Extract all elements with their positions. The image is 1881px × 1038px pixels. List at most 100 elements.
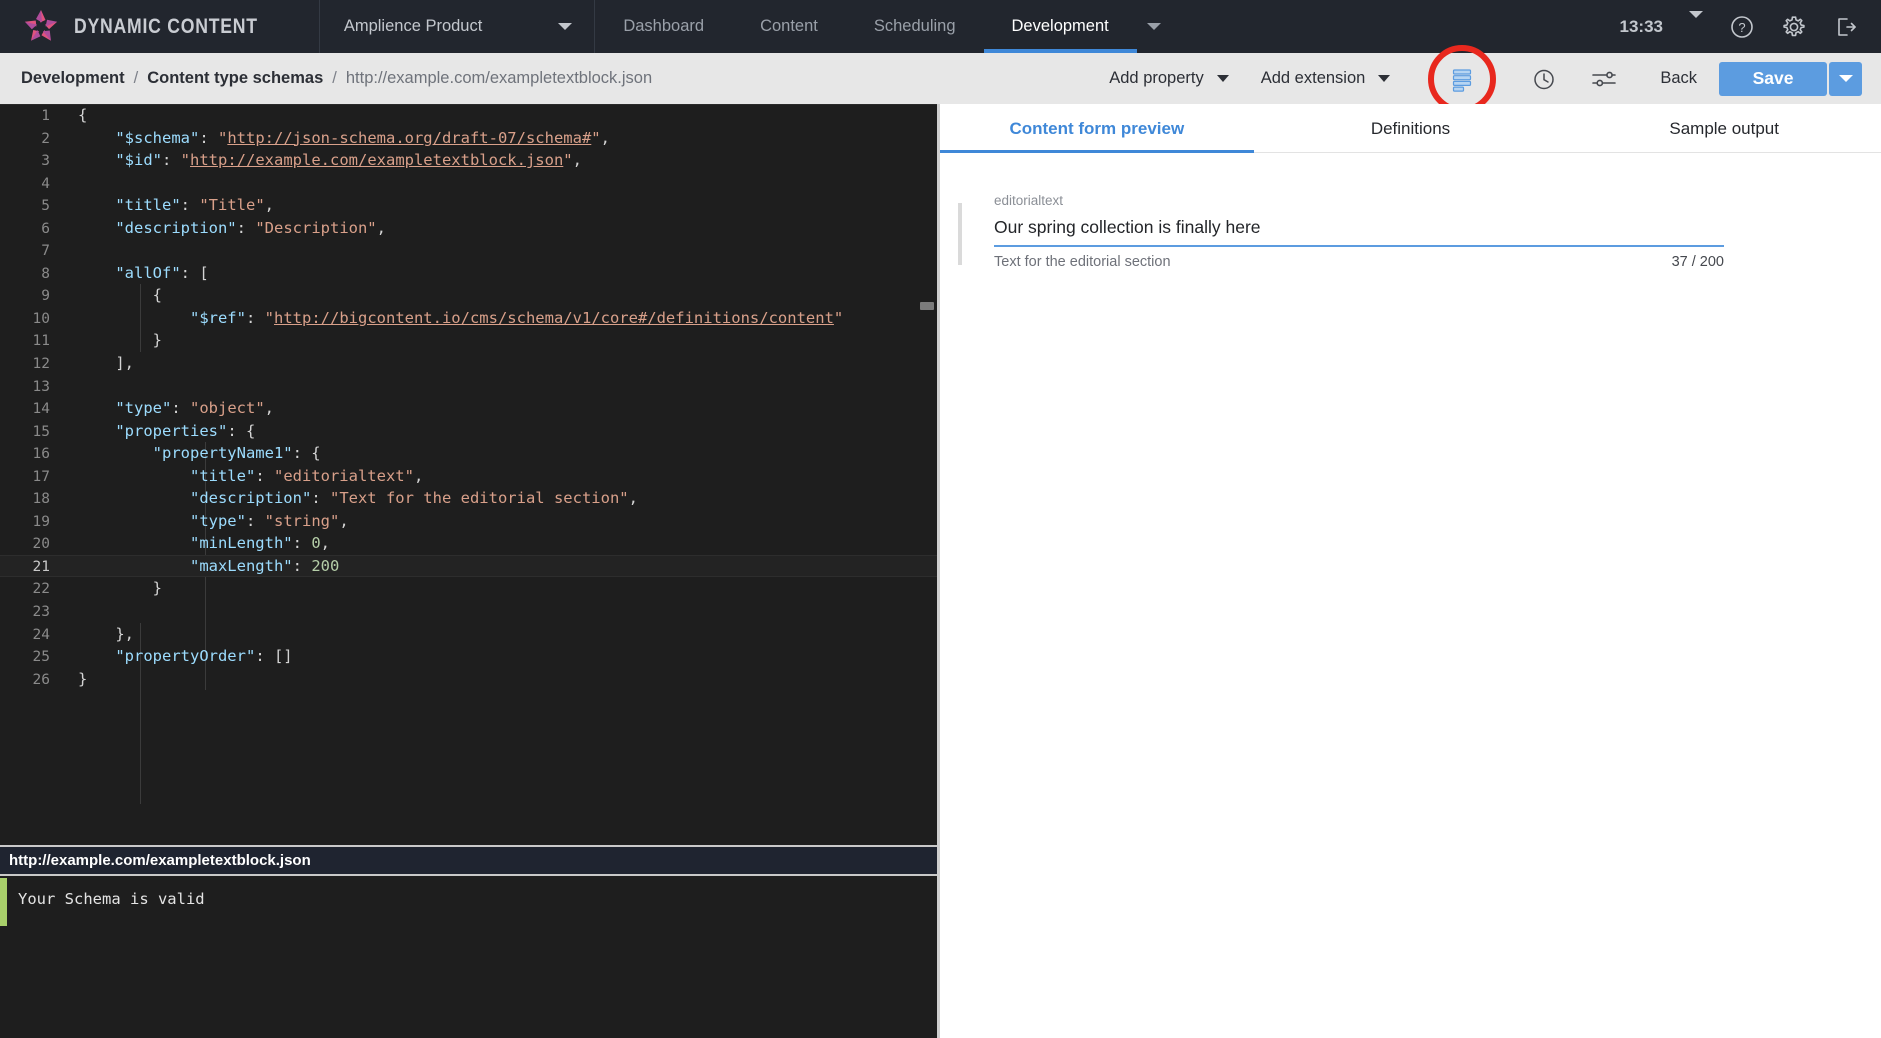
- code-line[interactable]: 26}: [0, 668, 940, 691]
- code-token-pun: ,: [629, 489, 638, 507]
- code-token-pun: {: [78, 286, 162, 304]
- form-field-helper-text: Text for the editorial section: [994, 254, 1171, 270]
- code-token-pun: },: [78, 625, 134, 643]
- product-selector[interactable]: Amplience Product: [320, 0, 596, 53]
- tab-definitions[interactable]: Definitions: [1254, 104, 1568, 153]
- code-token-pun: [78, 399, 115, 417]
- line-number: 22: [0, 578, 50, 601]
- code-token-key: "title": [115, 196, 180, 214]
- clock-display: 13:33: [1620, 17, 1663, 37]
- code-line[interactable]: 19 "type": "string",: [0, 510, 940, 533]
- code-line[interactable]: 24 },: [0, 623, 940, 646]
- save-button[interactable]: Save: [1719, 62, 1827, 96]
- line-number: 6: [0, 218, 50, 241]
- code-token-pun: ,: [321, 534, 330, 552]
- code-token-pun: [78, 196, 115, 214]
- code-line[interactable]: 7: [0, 239, 940, 262]
- code-token-str: ": [265, 309, 274, 327]
- code-line[interactable]: 25 "propertyOrder": []: [0, 645, 940, 668]
- code-token-pun: : {: [293, 444, 321, 462]
- save-options-button[interactable]: [1829, 62, 1862, 96]
- code-line[interactable]: 10 "$ref": "http://bigcontent.io/cms/sch…: [0, 307, 940, 330]
- line-number: 9: [0, 285, 50, 308]
- nav-item-dashboard[interactable]: Dashboard: [595, 0, 732, 53]
- code-line[interactable]: 12 ],: [0, 352, 940, 375]
- editor-vertical-scrollbar[interactable]: [920, 104, 934, 845]
- code-line[interactable]: 13: [0, 375, 940, 398]
- editorialtext-input[interactable]: Our spring collection is finally here: [994, 217, 1724, 238]
- code-token-pun: [78, 489, 190, 507]
- code-token-url: http://bigcontent.io/cms/schema/v1/core#…: [274, 309, 834, 327]
- form-preview-toggle-button[interactable]: [1432, 62, 1492, 96]
- code-token-pun: ,: [377, 219, 386, 237]
- code-token-str: ": [591, 129, 600, 147]
- code-token-pun: :: [171, 399, 190, 417]
- history-clock-icon[interactable]: [1527, 62, 1561, 96]
- tab-content-form-preview[interactable]: Content form preview: [940, 104, 1254, 153]
- form-field-input-row[interactable]: Our spring collection is finally here: [994, 217, 1724, 247]
- code-line[interactable]: 3 "$id": "http://example.com/exampletext…: [0, 149, 940, 172]
- form-field-footer: Text for the editorial section 37 / 200: [994, 254, 1724, 270]
- save-button-label: Save: [1753, 68, 1794, 89]
- code-line[interactable]: 17 "title": "editorialtext",: [0, 465, 940, 488]
- code-line[interactable]: 21 "maxLength": 200: [0, 555, 940, 578]
- add-property-button[interactable]: Add property: [1093, 69, 1244, 88]
- chevron-down-icon: [1689, 11, 1703, 35]
- nav-item-scheduling[interactable]: Scheduling: [846, 0, 984, 53]
- code-line[interactable]: 8 "allOf": [: [0, 262, 940, 285]
- code-line[interactable]: 22 }: [0, 577, 940, 600]
- code-line[interactable]: 5 "title": "Title",: [0, 194, 940, 217]
- nav-item-content[interactable]: Content: [732, 0, 846, 53]
- json-schema-editor[interactable]: 1{2 "$schema": "http://json-schema.org/d…: [0, 104, 940, 1038]
- breadcrumb-item-content-type-schemas[interactable]: Content type schemas: [147, 69, 323, 88]
- code-line[interactable]: 11 }: [0, 329, 940, 352]
- code-line[interactable]: 4: [0, 172, 940, 195]
- preview-panel: Content form preview Definitions Sample …: [940, 104, 1881, 1038]
- code-token-pun: :: [162, 151, 181, 169]
- line-number: 4: [0, 173, 50, 196]
- code-token-pun: [78, 444, 153, 462]
- back-button[interactable]: Back: [1634, 69, 1719, 88]
- code-line[interactable]: 2 "$schema": "http://json-schema.org/dra…: [0, 127, 940, 150]
- code-token-str: "string": [265, 512, 340, 530]
- code-line[interactable]: 15 "properties": {: [0, 420, 940, 443]
- code-line[interactable]: 16 "propertyName1": {: [0, 442, 940, 465]
- breadcrumb-separator: /: [134, 69, 139, 88]
- code-line[interactable]: 6 "description": "Description",: [0, 217, 940, 240]
- line-number: 23: [0, 601, 50, 624]
- code-line[interactable]: 14 "type": "object",: [0, 397, 940, 420]
- question-circle-icon[interactable]: ?: [1729, 14, 1755, 40]
- sliders-icon[interactable]: [1587, 62, 1621, 96]
- code-line[interactable]: 23: [0, 600, 940, 623]
- nav-item-content-label: Content: [760, 17, 818, 36]
- code-lines: 1{2 "$schema": "http://json-schema.org/d…: [0, 104, 940, 690]
- code-line[interactable]: 1{: [0, 104, 940, 127]
- nav-item-development[interactable]: Development: [984, 0, 1137, 53]
- line-number: 24: [0, 624, 50, 647]
- code-line[interactable]: 20 "minLength": 0,: [0, 532, 940, 555]
- chevron-down-icon: [1378, 75, 1390, 82]
- editor-scrollbar-thumb[interactable]: [920, 302, 934, 310]
- tab-sample-output[interactable]: Sample output: [1567, 104, 1881, 153]
- chevron-down-icon: [1217, 75, 1229, 82]
- code-line[interactable]: 18 "description": "Text for the editoria…: [0, 487, 940, 510]
- code-token-key: "maxLength": [190, 557, 293, 575]
- chevron-down-icon: [558, 23, 572, 30]
- add-extension-button[interactable]: Add extension: [1245, 69, 1407, 88]
- code-token-str: "editorialtext": [274, 467, 414, 485]
- code-token-pun: ,: [339, 512, 348, 530]
- main-menu: Dashboard Content Scheduling Development: [595, 0, 1186, 53]
- gear-icon[interactable]: [1781, 14, 1807, 40]
- breadcrumb-item-development[interactable]: Development: [21, 69, 125, 88]
- code-editor-surface[interactable]: 1{2 "$schema": "http://json-schema.org/d…: [0, 104, 940, 845]
- line-number: 3: [0, 150, 50, 173]
- code-token-pun: :: [255, 467, 274, 485]
- code-token-pun: : [: [181, 264, 209, 282]
- line-number: 20: [0, 533, 50, 556]
- development-menu-dropdown[interactable]: [1137, 0, 1187, 53]
- logout-icon[interactable]: [1833, 14, 1859, 40]
- line-number: 12: [0, 353, 50, 376]
- code-token-pun: ,: [265, 399, 274, 417]
- clock-dropdown[interactable]: [1689, 18, 1703, 36]
- code-line[interactable]: 9 {: [0, 284, 940, 307]
